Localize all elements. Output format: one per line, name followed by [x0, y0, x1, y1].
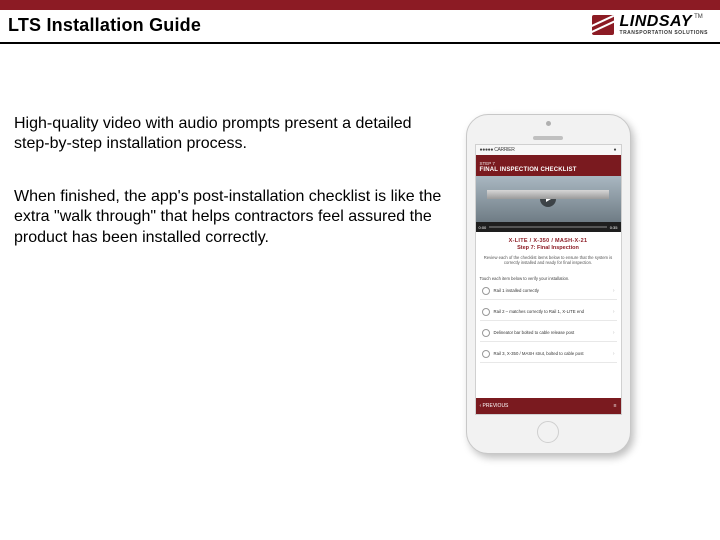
content-area: High-quality video with audio prompts pr… — [0, 44, 720, 454]
video-progress-bar[interactable] — [489, 226, 606, 228]
previous-button[interactable]: ‹ PREVIOUS — [480, 403, 509, 409]
chevron-right-icon: › — [613, 288, 615, 294]
chevron-right-icon: › — [613, 309, 615, 315]
text-column: High-quality video with audio prompts pr… — [14, 114, 444, 454]
checklist-item[interactable]: Rail 2 – matches correctly to Rail 1, X-… — [480, 304, 617, 321]
video-description: Review each of the checklist items below… — [480, 255, 617, 266]
checklist-item[interactable]: Delineator bar bolted to cable release p… — [480, 325, 617, 342]
checklist-item-label: Delineator bar bolted to cable release p… — [494, 330, 609, 335]
checkbox-icon[interactable] — [482, 350, 490, 358]
checklist-item-label: Rail 3, X-350 / MASH strut, bolted to ca… — [494, 351, 609, 356]
trademark-symbol: TM — [694, 14, 703, 20]
checklist-item-label: Rail 1 installed correctly — [494, 288, 609, 293]
home-button[interactable] — [537, 421, 559, 443]
app-footer: ‹ PREVIOUS ≡ — [476, 398, 621, 414]
status-battery-icon: ● — [613, 147, 616, 153]
checkbox-icon[interactable] — [482, 287, 490, 295]
app-header: STEP 7 FINAL INSPECTION CHECKLIST — [476, 155, 621, 176]
brand-logo: LINDSAYTM TRANSPORTATION SOLUTIONS — [592, 14, 708, 36]
status-bar: ●●●●● CARRIER ● — [476, 145, 621, 155]
checklist-item-label: Rail 2 – matches correctly to Rail 1, X-… — [494, 309, 609, 314]
phone-mockup-column: ●●●●● CARRIER ● STEP 7 FINAL INSPECTION … — [454, 114, 642, 454]
paragraph-2: When finished, the app's post-installati… — [14, 187, 444, 248]
video-controls[interactable]: 0:00 0:35 — [476, 222, 621, 232]
brand-accent-bar — [0, 0, 720, 10]
checklist-heading: Touch each item below to verify your ins… — [480, 276, 617, 281]
header: LTS Installation Guide LINDSAYTM TRANSPO… — [0, 10, 720, 44]
phone-screen: ●●●●● CARRIER ● STEP 7 FINAL INSPECTION … — [475, 144, 622, 415]
chevron-right-icon: › — [613, 351, 615, 357]
phone-frame: ●●●●● CARRIER ● STEP 7 FINAL INSPECTION … — [466, 114, 631, 454]
checkbox-icon[interactable] — [482, 308, 490, 316]
menu-button-icon[interactable]: ≡ — [614, 403, 617, 409]
brand-logo-tagline: TRANSPORTATION SOLUTIONS — [620, 31, 708, 36]
page-title: LTS Installation Guide — [8, 15, 201, 36]
video-step-title: Step 7: Final Inspection — [480, 245, 617, 251]
phone-speaker-icon — [533, 136, 563, 140]
paragraph-1: High-quality video with audio prompts pr… — [14, 114, 444, 155]
screen-title: FINAL INSPECTION CHECKLIST — [480, 167, 617, 173]
brand-logo-name: LINDSAY — [620, 13, 693, 30]
video-metadata: X-LITE / X-350 / MASH-X-21 Step 7: Final… — [476, 232, 621, 270]
phone-camera-icon — [546, 121, 551, 126]
guardrail-graphic — [487, 190, 609, 199]
step-label: STEP 7 — [480, 161, 617, 166]
status-carrier: ●●●●● CARRIER — [480, 147, 515, 153]
checklist-item[interactable]: Rail 3, X-350 / MASH strut, bolted to ca… — [480, 346, 617, 363]
chevron-right-icon: › — [613, 330, 615, 336]
checkbox-icon[interactable] — [482, 329, 490, 337]
video-thumbnail[interactable] — [476, 176, 621, 222]
brand-logo-mark-icon — [592, 15, 614, 35]
video-time-elapsed: 0:00 — [479, 225, 487, 230]
checklist: Rail 1 installed correctly › Rail 2 – ma… — [476, 283, 621, 363]
video-time-total: 0:35 — [610, 225, 618, 230]
video-product-code: X-LITE / X-350 / MASH-X-21 — [480, 238, 617, 244]
checklist-item[interactable]: Rail 1 installed correctly › — [480, 283, 617, 300]
